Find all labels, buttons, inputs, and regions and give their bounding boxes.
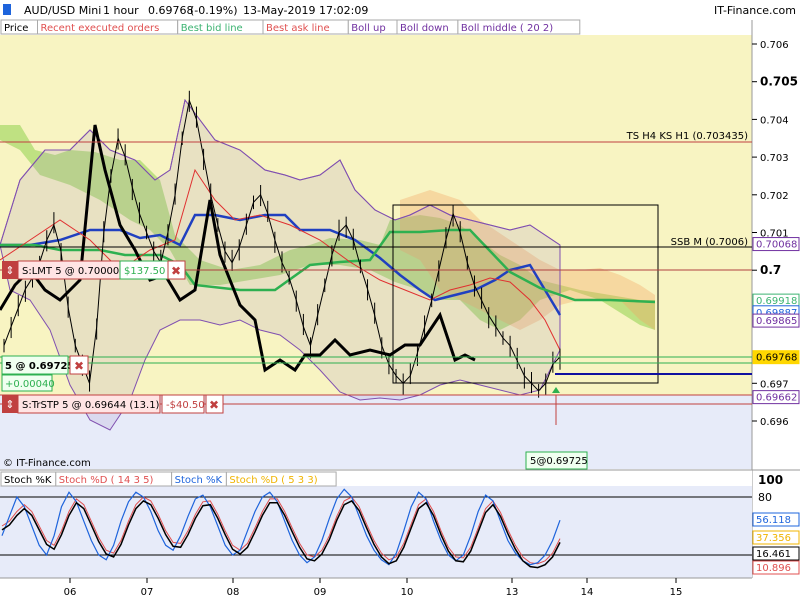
price-axis-tick-label: 0.703 <box>760 153 789 164</box>
legend-item-label[interactable]: Best bid line <box>181 23 243 34</box>
drag-icon: ⇕ <box>5 264 14 277</box>
legend-item-label[interactable]: Boll up <box>351 23 385 34</box>
stoch-plot-background <box>0 486 752 578</box>
position-label: 5 @ 0.69725 <box>5 361 75 372</box>
stop-order-label: S:TrSTP 5 @ 0.69644 (13.1) <box>22 400 160 411</box>
stoch-badges: 56.118 37.356 16.461 10.896 <box>752 512 800 575</box>
close-icon: ✖ <box>209 398 219 412</box>
time-axis-tick-label: 13 <box>506 587 519 598</box>
price-axis-tick-label: 0.706 <box>760 40 789 51</box>
price-badge-label: 0.69768 <box>756 353 797 364</box>
stoch-level-100: 100 <box>758 473 783 487</box>
price-axis-tick-label: 0.7 <box>760 263 781 277</box>
ssb-level-label: SSB M (0.7006) <box>671 237 748 248</box>
symbol-icon <box>3 4 11 15</box>
price-axis-tick-label: 0.696 <box>760 417 789 428</box>
time-axis-tick-label: 15 <box>670 587 683 598</box>
stop-order-value: -$40.50 <box>166 400 205 411</box>
price-axis-tick-label: 0.705 <box>760 75 798 89</box>
watermark: © IT-Finance.com <box>3 458 91 469</box>
time-axis-tick-label: 10 <box>401 587 414 598</box>
stoch-badge-label: 10.896 <box>756 563 791 574</box>
time-axis-tick-label: 06 <box>64 587 77 598</box>
ts-level-label: TS H4 KS H1 (0.703435) <box>626 131 748 142</box>
legend-item-label[interactable]: Boll middle ( 20 2) <box>461 23 553 34</box>
price-axis-tick-label: 0.697 <box>760 379 789 390</box>
price-badge-label: 0.70068 <box>756 240 797 251</box>
brand-name: IT-Finance.com <box>714 4 796 17</box>
stoch-legend-label[interactable]: Stoch %D ( 5 3 3) <box>229 475 317 486</box>
timestamp: 13-May-2019 17:02:09 <box>243 4 368 17</box>
time-axis-tick-label: 14 <box>581 587 594 598</box>
limit-order-label: S:LMT 5 @ 0.70000 <box>22 266 119 277</box>
stoch-legend-label[interactable]: Stoch %K <box>4 475 52 486</box>
stoch-legend-label[interactable]: Stoch %K <box>175 475 223 486</box>
price-axis-tick-label: 0.702 <box>760 191 789 202</box>
legend-item-label[interactable]: Best ask line <box>266 23 330 34</box>
fill-badge-label: 5@0.69725 <box>530 456 588 467</box>
chart-root: TS H4 KS H1 (0.703435) SSB M (0.7006) AU… <box>0 0 800 600</box>
stoch-badge-label: 37.356 <box>756 533 791 544</box>
time-axis-tick-label: 07 <box>141 587 154 598</box>
limit-order-widget[interactable]: ⇕ S:LMT 5 @ 0.70000 $137.50 ✖ <box>2 260 186 280</box>
close-icon: ✖ <box>74 359 84 373</box>
time-axis-tick-label: 08 <box>227 587 240 598</box>
price-badge-label: 0.69865 <box>756 316 797 327</box>
legend-item-label[interactable]: Price <box>4 23 28 34</box>
symbol-name[interactable]: AUD/USD Mini <box>24 4 101 17</box>
price-change: (-0.19%) <box>190 4 238 17</box>
stoch-badge-label: 56.118 <box>756 515 791 526</box>
price-badge-label: 0.69662 <box>756 393 797 404</box>
legend-item-label[interactable]: Boll down <box>400 23 449 34</box>
timeframe-label[interactable]: 1 hour <box>103 4 139 17</box>
price-axis-tick-label: 0.704 <box>760 115 789 126</box>
limit-order-value: $137.50 <box>124 266 165 277</box>
stoch-badge-label: 16.461 <box>756 549 791 560</box>
time-axis-tick-label: 09 <box>314 587 327 598</box>
close-icon: ✖ <box>171 264 181 278</box>
legend-item-label[interactable]: Recent executed orders <box>41 23 160 34</box>
stop-order-widget[interactable]: ⇕ S:TrSTP 5 @ 0.69644 (13.1) -$40.50 ✖ <box>2 394 224 414</box>
stoch-level-80: 80 <box>758 491 772 504</box>
position-pnl: +0.00040 <box>5 379 55 390</box>
stoch-legend: Stoch %K Stoch %D ( 14 3 5) Stoch %K Stoch … <box>0 471 337 487</box>
drag-icon: ⇕ <box>5 398 14 411</box>
chart-svg: TS H4 KS H1 (0.703435) SSB M (0.7006) AU… <box>0 0 800 600</box>
indicator-legend: Price Recent executed orders Best bid line… <box>0 19 581 35</box>
stoch-legend-label[interactable]: Stoch %D ( 14 3 5) <box>59 475 154 486</box>
last-price: 0.69768 <box>148 4 194 17</box>
